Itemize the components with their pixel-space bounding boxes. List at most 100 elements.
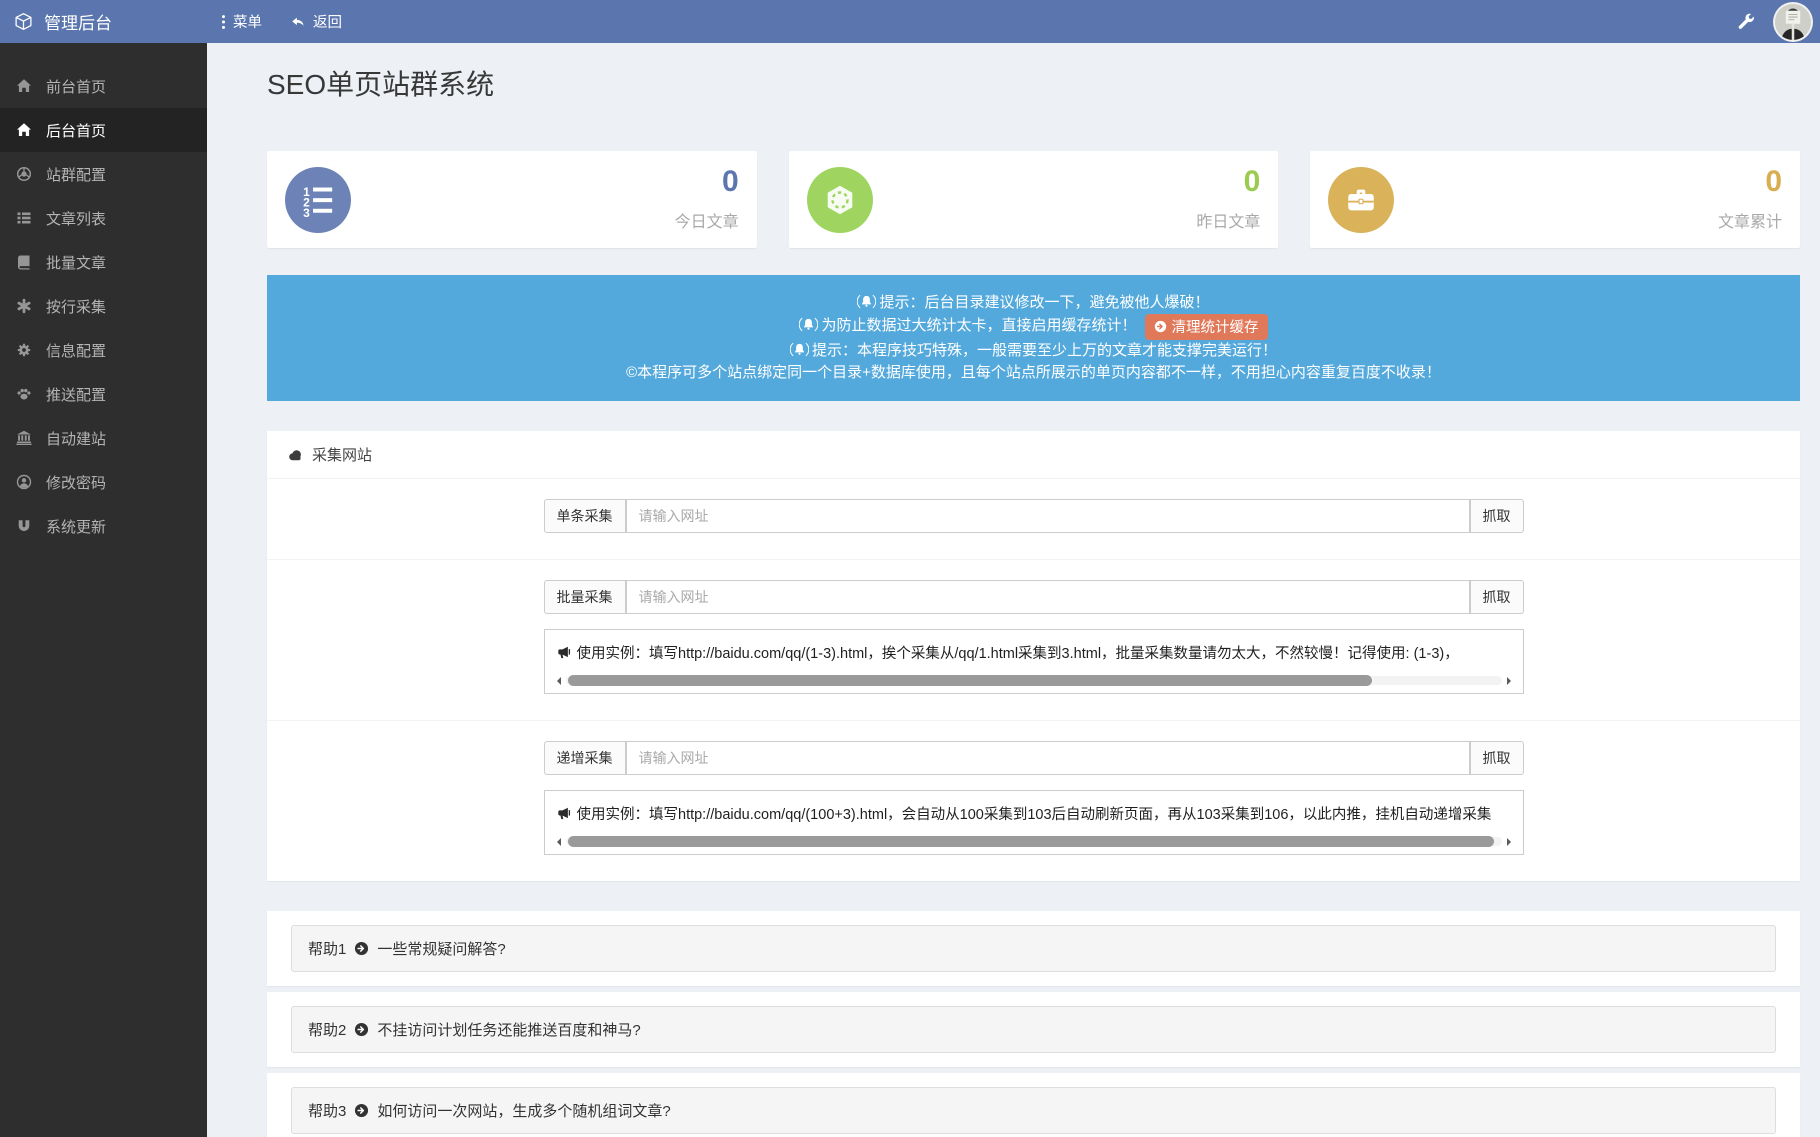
scroll-left-arrow[interactable] <box>557 677 561 685</box>
alert-line-4: ©本程序可多个站点绑定同一个目录+数据库使用，且每个站点所展示的单页内容都不一样… <box>277 362 1790 384</box>
help-1-text: 一些常规疑问解答? <box>377 938 505 959</box>
stat-card-total: 0 文章累计 <box>1310 151 1800 248</box>
sidebar-item-article-list[interactable]: 文章列表 <box>0 196 207 240</box>
arrow-circle-right-icon <box>354 1022 369 1037</box>
hexagon-icon <box>807 167 873 233</box>
wrench-icon <box>1738 13 1755 30</box>
sidebar-item-auto-build[interactable]: 自动建站 <box>0 416 207 460</box>
tools-wrench-button[interactable] <box>1720 0 1773 43</box>
svg-text:3: 3 <box>303 206 310 217</box>
cube-logo-icon <box>14 12 33 31</box>
scrollbar-thumb[interactable] <box>568 675 1373 686</box>
sidebar-item-change-password[interactable]: 修改密码 <box>0 460 207 504</box>
user-circle-icon <box>16 474 32 490</box>
sidebar-item-site-group-config[interactable]: 站群配置 <box>0 152 207 196</box>
sidebar: 前台首页 后台首页 站群配置 文章列表 批量文章 按行采集 信息 <box>0 43 207 1137</box>
sidebar-item-batch-articles[interactable]: 批量文章 <box>0 240 207 284</box>
arrow-circle-right-icon <box>354 1103 369 1118</box>
help-2-label: 帮助2 <box>308 1019 346 1040</box>
ordered-list-icon: 123 <box>285 167 351 233</box>
incremental-collect-url-input[interactable] <box>626 741 1470 775</box>
scrollbar-track[interactable] <box>566 676 1502 685</box>
stat-label-yesterday: 昨日文章 <box>1196 208 1260 232</box>
list-icon <box>16 210 32 226</box>
single-collect-url-input[interactable] <box>626 499 1470 533</box>
collect-row-incremental: 递增采集 抓取 使用实例：填写http://baidu.com/qq/(100+… <box>267 720 1800 881</box>
sidebar-item-front-home[interactable]: 前台首页 <box>0 64 207 108</box>
sidebar-item-label: 文章列表 <box>46 208 106 229</box>
back-button[interactable]: 返回 <box>276 0 356 43</box>
home-icon <box>16 122 32 138</box>
single-collect-grab-button[interactable]: 抓取 <box>1470 499 1524 533</box>
arrow-circle-right-icon <box>354 941 369 956</box>
scroll-right-arrow[interactable] <box>1507 838 1511 846</box>
help-3-header[interactable]: 帮助3 如何访问一次网站，生成多个随机组词文章? <box>291 1087 1776 1134</box>
sidebar-item-info-config[interactable]: 信息配置 <box>0 328 207 372</box>
bell-icon <box>799 317 818 332</box>
batch-collect-hint: 使用实例：填写http://baidu.com/qq/(1-3).html，挨个… <box>557 642 1511 663</box>
ellipsis-v-icon <box>221 14 226 30</box>
arrow-circle-right-icon <box>1154 320 1167 333</box>
briefcase-icon <box>1328 167 1394 233</box>
collect-row-batch: 批量采集 抓取 使用实例：填写http://baidu.com/qq/(1-3)… <box>267 559 1800 720</box>
help-3-label: 帮助3 <box>308 1100 346 1121</box>
bullhorn-icon <box>557 806 572 821</box>
reply-arrow-icon <box>290 15 306 29</box>
single-collect-label: 单条采集 <box>544 499 626 533</box>
bullhorn-icon <box>557 645 572 660</box>
clear-stats-cache-button[interactable]: 清理统计缓存 <box>1145 314 1268 340</box>
collect-row-single: 单条采集 抓取 <box>267 478 1800 559</box>
stat-cards-row: 123 0 今日文章 0 昨日文章 <box>267 151 1800 248</box>
batch-collect-grab-button[interactable]: 抓取 <box>1470 580 1524 614</box>
sidebar-item-label: 系统更新 <box>46 516 106 537</box>
single-collect-group: 单条采集 抓取 <box>544 499 1524 533</box>
stat-card-yesterday: 0 昨日文章 <box>789 151 1279 248</box>
horizontal-scrollbar[interactable] <box>557 834 1511 849</box>
sidebar-item-label: 批量文章 <box>46 252 106 273</box>
help-1-label: 帮助1 <box>308 938 346 959</box>
sidebar-item-line-collect[interactable]: 按行采集 <box>0 284 207 328</box>
app-title: 管理后台 <box>44 9 112 34</box>
sidebar-item-admin-home[interactable]: 后台首页 <box>0 108 207 152</box>
scroll-right-arrow[interactable] <box>1507 677 1511 685</box>
sidebar-item-label: 后台首页 <box>46 120 106 141</box>
scroll-left-arrow[interactable] <box>557 838 561 846</box>
menu-button[interactable]: 菜单 <box>207 0 276 43</box>
user-avatar[interactable] <box>1773 2 1813 42</box>
help-panel-3: 帮助3 如何访问一次网站，生成多个随机组词文章? <box>267 1073 1800 1137</box>
bell-icon <box>857 294 876 309</box>
batch-collect-group: 批量采集 抓取 <box>544 580 1524 614</box>
collect-panel-header: 采集网站 <box>267 431 1800 478</box>
app-brand[interactable]: 管理后台 <box>0 9 207 34</box>
sidebar-item-system-update[interactable]: 系统更新 <box>0 504 207 548</box>
horizontal-scrollbar[interactable] <box>557 673 1511 688</box>
sidebar-item-label: 修改密码 <box>46 472 106 493</box>
help-2-header[interactable]: 帮助2 不挂访问计划任务还能推送百度和神马? <box>291 1006 1776 1053</box>
sidebar-item-label: 按行采集 <box>46 296 106 317</box>
bell-icon <box>790 342 809 357</box>
scrollbar-track[interactable] <box>566 837 1502 846</box>
incremental-collect-hint: 使用实例：填写http://baidu.com/qq/(100+3).html，… <box>557 803 1511 824</box>
incremental-collect-label: 递增采集 <box>544 741 626 775</box>
sidebar-item-label: 推送配置 <box>46 384 106 405</box>
help-3-text: 如何访问一次网站，生成多个随机组词文章? <box>377 1100 670 1121</box>
sidebar-item-label: 站群配置 <box>46 164 106 185</box>
stat-label-total: 文章累计 <box>1718 208 1782 232</box>
help-1-header[interactable]: 帮助1 一些常规疑问解答? <box>291 925 1776 972</box>
asterisk-icon <box>16 298 32 314</box>
back-button-label: 返回 <box>313 11 342 32</box>
alert-line-3: 提示：本程序技巧特殊，一般需要至少上万的文章才能支撑完美运行！ <box>277 340 1790 362</box>
alert-line-1: 提示：后台目录建议修改一下，避免被他人爆破！ <box>277 292 1790 314</box>
sidebar-item-label: 前台首页 <box>46 76 106 97</box>
incremental-collect-group: 递增采集 抓取 <box>544 741 1524 775</box>
sidebar-item-push-config[interactable]: 推送配置 <box>0 372 207 416</box>
magnet-icon <box>16 518 32 534</box>
incremental-collect-grab-button[interactable]: 抓取 <box>1470 741 1524 775</box>
topbar: 管理后台 菜单 返回 <box>0 0 1820 43</box>
batch-collect-url-input[interactable] <box>626 580 1470 614</box>
scrollbar-thumb[interactable] <box>568 836 1495 847</box>
home-icon <box>16 78 32 94</box>
main-content: SEO单页站群系统 123 0 今日文章 0 昨日文章 <box>207 43 1820 1137</box>
stat-value-total: 0 <box>1718 167 1782 197</box>
sidebar-item-label: 信息配置 <box>46 340 106 361</box>
